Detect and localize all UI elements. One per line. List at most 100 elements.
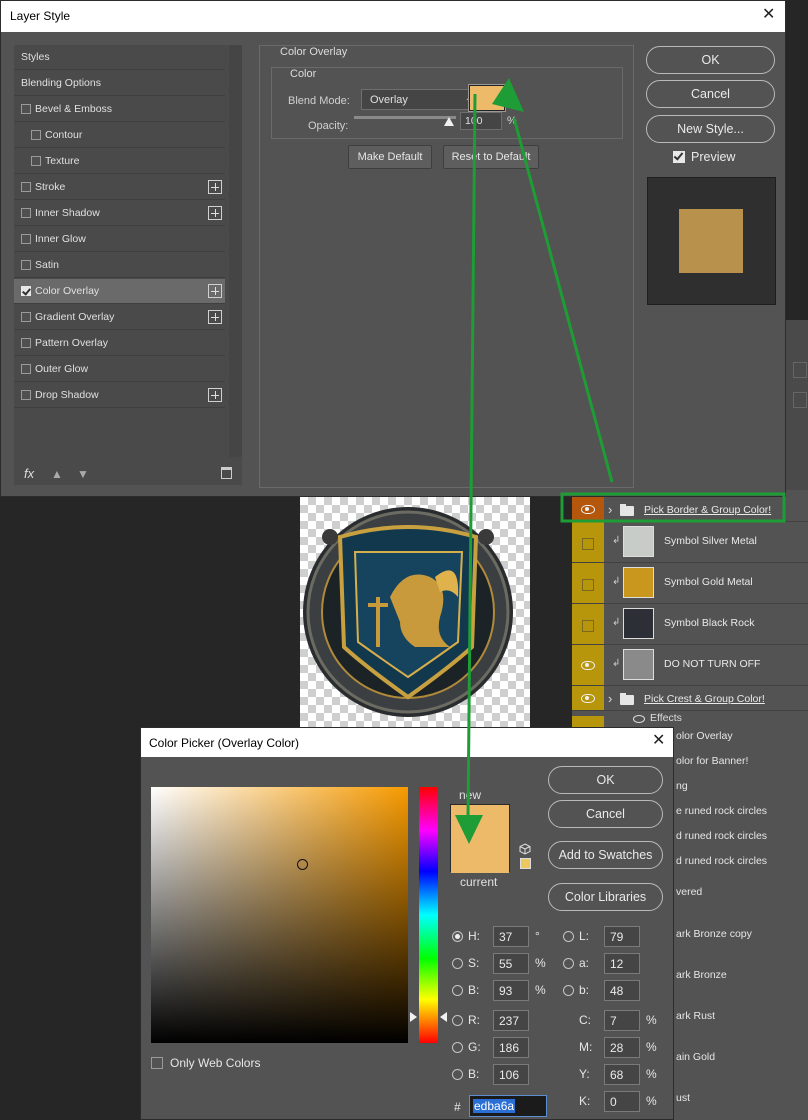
ok-button[interactable]: OK xyxy=(646,46,775,74)
hidden-box-icon[interactable] xyxy=(582,537,594,550)
channel-radio[interactable] xyxy=(563,985,574,996)
visibility-cell[interactable] xyxy=(572,497,604,521)
style-item[interactable]: Inner Glow xyxy=(14,227,225,252)
channel-radio[interactable] xyxy=(563,958,574,969)
hidden-box-icon[interactable] xyxy=(582,619,594,632)
channel-input[interactable]: 37 xyxy=(493,926,529,947)
color-field-cursor[interactable] xyxy=(297,859,308,870)
visibility-cell[interactable] xyxy=(572,686,604,710)
preview-checkbox[interactable] xyxy=(673,151,685,163)
layer-row[interactable]: ↲ DO NOT TURN OFF xyxy=(572,645,808,686)
layer-name-partial[interactable]: ark Rust xyxy=(676,1010,715,1022)
style-item[interactable]: Drop Shadow xyxy=(14,383,225,408)
style-checkbox[interactable] xyxy=(21,260,31,270)
style-checkbox[interactable] xyxy=(31,130,41,140)
visibility-cell[interactable] xyxy=(572,522,604,562)
make-default-button[interactable]: Make Default xyxy=(348,145,432,169)
close-icon[interactable]: ✕ xyxy=(652,733,665,749)
channel-radio[interactable] xyxy=(452,1015,463,1026)
layer-name-partial[interactable]: e runed rock circles xyxy=(676,805,767,817)
chevron-right-icon[interactable]: › xyxy=(608,691,612,706)
blend-mode-select[interactable]: Overlay ⌄ xyxy=(361,89,479,110)
style-item[interactable]: Styles xyxy=(14,45,225,70)
web-safe-swatch[interactable] xyxy=(520,858,531,869)
add-effect-icon[interactable] xyxy=(208,284,222,298)
channel-input[interactable]: 55 xyxy=(493,953,529,974)
cancel-button[interactable]: Cancel xyxy=(548,800,663,828)
channel-input[interactable]: 7 xyxy=(604,1010,640,1031)
style-checkbox[interactable] xyxy=(21,390,31,400)
style-checkbox[interactable] xyxy=(31,156,41,166)
add-effect-icon[interactable] xyxy=(208,310,222,324)
channel-input[interactable]: 79 xyxy=(604,926,640,947)
reset-to-default-button[interactable]: Reset to Default xyxy=(443,145,539,169)
channel-input[interactable]: 68 xyxy=(604,1064,640,1085)
visibility-cell[interactable] xyxy=(572,645,604,685)
add-to-swatches-button[interactable]: Add to Swatches xyxy=(548,841,663,869)
style-item[interactable]: Outer Glow xyxy=(14,357,225,382)
only-web-colors-checkbox[interactable] xyxy=(151,1057,163,1069)
channel-input[interactable]: 48 xyxy=(604,980,640,1001)
style-item[interactable]: Texture xyxy=(14,149,225,174)
style-item[interactable]: Satin xyxy=(14,253,225,278)
hue-slider-left-arrow[interactable] xyxy=(410,1012,417,1022)
opacity-input[interactable]: 100 xyxy=(460,112,502,130)
style-item[interactable]: Inner Shadow xyxy=(14,201,225,226)
style-checkbox[interactable] xyxy=(21,338,31,348)
channel-input[interactable]: 106 xyxy=(493,1064,529,1085)
panel-dropdown[interactable] xyxy=(793,362,807,378)
style-checkbox[interactable] xyxy=(21,208,31,218)
channel-input[interactable]: 237 xyxy=(493,1010,529,1031)
layer-name-partial[interactable]: olor for Banner! xyxy=(676,755,748,767)
layer-name-partial[interactable]: ust xyxy=(676,1092,690,1104)
color-libraries-button[interactable]: Color Libraries xyxy=(548,883,663,911)
add-effect-icon[interactable] xyxy=(208,180,222,194)
hex-input[interactable]: edba6a xyxy=(469,1095,547,1117)
channel-input[interactable]: 186 xyxy=(493,1037,529,1058)
eye-icon[interactable] xyxy=(633,715,645,723)
eye-icon[interactable] xyxy=(581,660,595,670)
saturation-brightness-field[interactable] xyxy=(151,787,408,1043)
add-effect-icon[interactable] xyxy=(208,388,222,402)
panel-dropdown[interactable] xyxy=(793,392,807,408)
document-canvas[interactable] xyxy=(300,497,530,727)
hidden-box-icon[interactable] xyxy=(582,578,594,591)
fx-icon[interactable]: fx xyxy=(24,466,34,481)
style-item[interactable]: Stroke xyxy=(14,175,225,200)
style-item[interactable]: Color Overlay xyxy=(14,279,225,304)
channel-input[interactable]: 12 xyxy=(604,953,640,974)
visibility-cell[interactable] xyxy=(572,604,604,644)
style-checkbox[interactable] xyxy=(21,364,31,374)
channel-input[interactable]: 93 xyxy=(493,980,529,1001)
style-item[interactable]: Bevel & Emboss xyxy=(14,97,225,122)
layer-row[interactable]: ↲ Symbol Black Rock xyxy=(572,604,808,645)
chevron-right-icon[interactable]: › xyxy=(608,502,612,517)
overlay-color-swatch[interactable] xyxy=(468,84,506,112)
channel-radio[interactable] xyxy=(563,931,574,942)
layer-name-partial[interactable]: vered xyxy=(676,886,702,898)
style-checkbox[interactable] xyxy=(21,182,31,192)
layer-row[interactable]: ↲ Symbol Silver Metal xyxy=(572,522,808,563)
hue-slider[interactable] xyxy=(419,787,438,1043)
layer-row[interactable]: › Pick Crest & Group Color! xyxy=(572,686,808,711)
channel-radio[interactable] xyxy=(452,931,463,942)
styles-list-scrollbar[interactable] xyxy=(229,45,242,457)
visibility-cell[interactable] xyxy=(572,563,604,603)
layer-name-partial[interactable]: d runed rock circles xyxy=(676,855,767,867)
channel-input[interactable]: 28 xyxy=(604,1037,640,1058)
layer-name-partial[interactable]: ng xyxy=(676,780,688,792)
layer-name-partial[interactable]: ain Gold xyxy=(676,1051,715,1063)
close-icon[interactable]: ✕ xyxy=(762,7,775,23)
layer-row[interactable]: ↲ Symbol Gold Metal xyxy=(572,563,808,604)
eye-icon[interactable] xyxy=(581,693,595,703)
cancel-button[interactable]: Cancel xyxy=(646,80,775,108)
add-effect-icon[interactable] xyxy=(208,206,222,220)
channel-radio[interactable] xyxy=(452,958,463,969)
layer-name-partial[interactable]: d runed rock circles xyxy=(676,830,767,842)
layer-name-partial[interactable]: ark Bronze xyxy=(676,969,727,981)
style-checkbox[interactable] xyxy=(21,286,31,296)
style-item[interactable]: Contour xyxy=(14,123,225,148)
move-up-icon[interactable]: ▲ xyxy=(51,467,63,481)
channel-input[interactable]: 0 xyxy=(604,1091,640,1112)
layer-name-partial[interactable]: ark Bronze copy xyxy=(676,928,752,940)
